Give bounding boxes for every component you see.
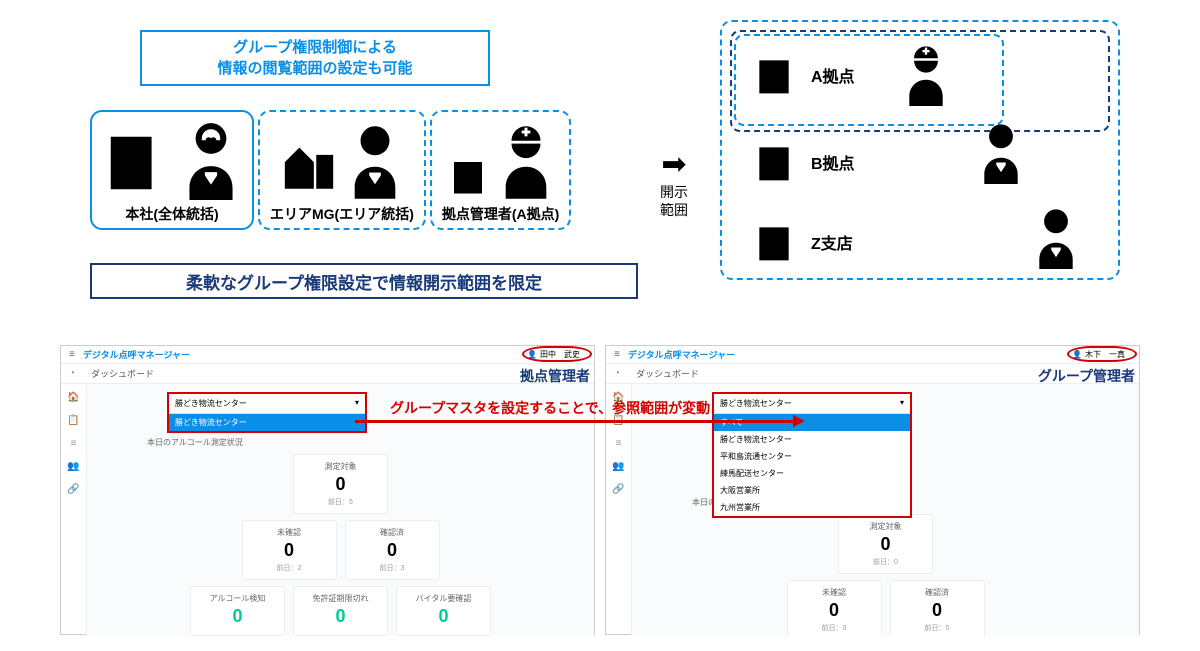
banner-box: グループ権限制御による 情報の閲覧範囲の設定も可能 — [140, 30, 490, 86]
arrow-label: 開示範囲 — [660, 183, 688, 219]
top-diagram: グループ権限制御による 情報の閲覧範囲の設定も可能 本社(全体統括) エリアMG… — [0, 30, 1200, 310]
user-highlight-circle — [522, 346, 592, 362]
role-label-area: エリアMG(エリア統括) — [270, 204, 414, 224]
dropdown-option[interactable]: 大阪営業所 — [714, 482, 910, 499]
gauge-icon: ◔ — [69, 368, 75, 379]
screen-group-admin: ≡ デジタル点呼マネージャー 👤 木下 一真 グループ管理者 ◔ダッシュボード … — [605, 345, 1140, 635]
screen-site-admin: ≡ デジタル点呼マネージャー 👤 田中 武史 拠点管理者 ◔ダッシュボード 🏠📋… — [60, 345, 595, 635]
role-row: 本社(全体統括) エリアMG(エリア統括) 拠点管理者(A拠点) — [90, 110, 571, 230]
app-logo: デジタル点呼マネージャー — [628, 348, 735, 361]
menu-icon[interactable]: ≡ — [614, 349, 620, 360]
location-a: A拠点 — [752, 50, 855, 100]
worker-a — [902, 44, 950, 106]
loc-a-label: A拠点 — [811, 63, 855, 87]
stat-card: 未確認0前日：2 — [242, 520, 337, 580]
stat-card: 確認済0前日：0 — [890, 580, 985, 636]
nav-icon[interactable]: ≡ — [71, 438, 77, 449]
building-icon — [752, 50, 796, 100]
nav-icon[interactable]: 🏠 — [67, 392, 79, 403]
scope-box: A拠点 B拠点 Z支店 — [720, 20, 1120, 280]
stat-card: バイタル要確認0 — [396, 586, 491, 636]
flex-banner-text: 柔軟なグループ権限設定で情報開示範囲を限定 — [186, 269, 542, 294]
dropdown-option[interactable]: 九州営業所 — [714, 499, 910, 516]
dropdown-option[interactable]: 練馬配送センター — [714, 465, 910, 482]
flex-banner: 柔軟なグループ権限設定で情報開示範囲を限定 — [90, 263, 638, 299]
dropdown-option[interactable]: 勝どき物流センター — [169, 414, 365, 431]
nav-icon[interactable]: ≡ — [616, 438, 622, 449]
building-small-icon — [447, 152, 489, 200]
bottom-screens: ≡ デジタル点呼マネージャー 👤 田中 武史 拠点管理者 ◔ダッシュボード 🏠📋… — [60, 345, 1140, 645]
nav-icon[interactable]: 🔗 — [67, 484, 79, 495]
nav-icon[interactable]: 👥 — [67, 461, 79, 472]
banner-line1: グループ権限制御による — [233, 37, 397, 58]
loc-b-label: B拠点 — [811, 150, 855, 174]
nav-icon[interactable]: 📋 — [67, 415, 79, 426]
loc-z-label: Z支店 — [811, 230, 853, 254]
sidebar: 🏠 📋 ≡ 👥 🔗 — [61, 384, 87, 636]
stat-card: 免許証期限切れ0 — [293, 586, 388, 636]
app-logo: デジタル点呼マネージャー — [83, 348, 190, 361]
manager-glasses-icon — [1032, 207, 1080, 269]
buildings-icon — [280, 134, 338, 200]
banner-line2: 情報の閲覧範囲の設定も可能 — [217, 58, 412, 79]
location-b: B拠点 — [752, 137, 855, 187]
manager-glasses-icon — [180, 120, 242, 200]
chevron-down-icon: ▾ — [355, 398, 359, 409]
dropdown-option[interactable]: 平和島流通センター — [714, 448, 910, 465]
gauge-icon: ◔ — [614, 368, 620, 379]
user-highlight-circle — [1067, 346, 1137, 362]
building-icon — [752, 137, 796, 187]
role-area: エリアMG(エリア統括) — [258, 110, 426, 230]
building-icon — [752, 217, 796, 267]
building-large-icon — [102, 126, 172, 200]
stat-card: 確認済0前日：3 — [345, 520, 440, 580]
group-dropdown[interactable]: 勝どき物流センター▾ 勝どき物流センター — [167, 392, 367, 433]
stat-card: アルコール検知0 — [190, 586, 285, 636]
role-label-hq: 本社(全体統括) — [125, 204, 218, 224]
manager-suit-icon — [977, 122, 1025, 184]
role-hq: 本社(全体統括) — [90, 110, 254, 230]
manager-z — [1032, 207, 1080, 269]
location-z: Z支店 — [752, 217, 853, 267]
role-site: 拠点管理者(A拠点) — [430, 110, 571, 230]
disclosure-arrow: ➡ 開示範囲 — [660, 160, 688, 219]
stat-card: 測定対象0前日：5 — [293, 454, 388, 514]
manager-suit-icon — [346, 122, 404, 200]
red-arrow-icon — [355, 420, 795, 423]
worker-helmet-icon — [902, 44, 950, 106]
menu-icon[interactable]: ≡ — [69, 349, 75, 360]
chevron-down-icon: ▾ — [900, 398, 904, 409]
stat-card: 未確認0前日：0 — [787, 580, 882, 636]
stat-card: 測定対象0前日：0 — [838, 514, 933, 574]
dashboard-title: ダッシュボード — [636, 367, 699, 380]
arrow-right-icon: ➡ — [661, 160, 686, 169]
group-dropdown[interactable]: 勝どき物流センター▾ すべて 勝どき物流センター 平和島流通センター 練馬配送セ… — [712, 392, 912, 518]
dropdown-option[interactable]: 勝どき物流センター — [714, 431, 910, 448]
nav-icon[interactable]: 🔗 — [612, 484, 624, 495]
group-master-note: グループマスタを設定することで、参照範囲が変動 — [390, 398, 710, 418]
role-label-site: 拠点管理者(A拠点) — [442, 204, 559, 224]
dashboard-title: ダッシュボード — [91, 367, 154, 380]
manager-b — [977, 122, 1025, 184]
worker-helmet-icon — [497, 122, 555, 200]
nav-icon[interactable]: 👥 — [612, 461, 624, 472]
section-title: 本日のアルコール測定状況 — [147, 437, 534, 448]
